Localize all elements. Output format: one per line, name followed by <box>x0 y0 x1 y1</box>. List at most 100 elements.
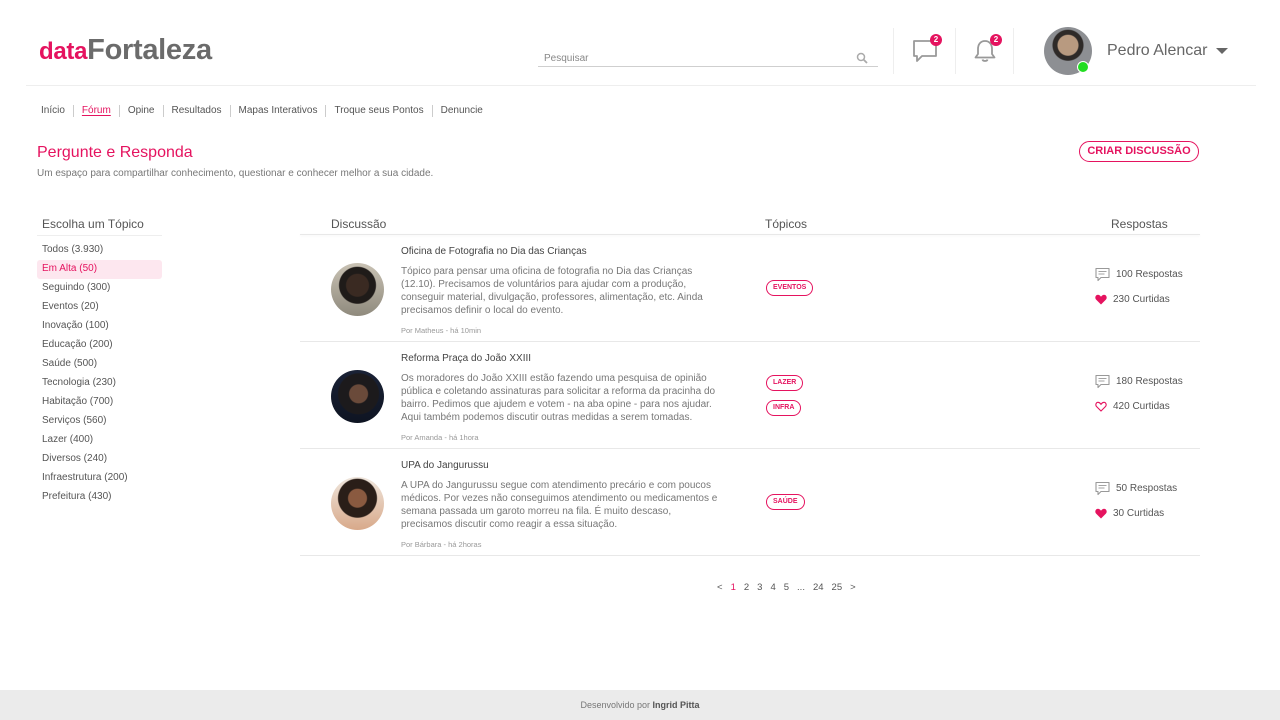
prev-page-button[interactable]: < <box>717 582 723 593</box>
search-icon[interactable] <box>856 52 868 64</box>
divider <box>955 28 956 74</box>
pagination: <1 2 3 4 5... 24 25 > <box>717 582 864 593</box>
top-header: dataFortaleza Pesquisar 2 2 Pedro Alenca… <box>26 14 1256 86</box>
footer-author: Ingrid Pitta <box>652 700 700 710</box>
likes-count: 420 Curtidas <box>1113 401 1170 412</box>
author-avatar[interactable] <box>331 370 384 423</box>
topic-item[interactable]: Educação (200) <box>37 336 162 355</box>
column-header-discussion: Discussão <box>331 217 387 231</box>
discussion-meta: Por Bárbara - há 2horas <box>401 540 482 549</box>
nav-item-3[interactable]: Resultados <box>162 105 230 117</box>
pagination-ellipsis: ... <box>797 582 805 593</box>
nav-item-6[interactable]: Denuncie <box>431 105 491 117</box>
page-button[interactable]: 5 <box>784 582 789 593</box>
discussion-row[interactable]: Oficina de Fotografia no Dia das Criança… <box>300 235 1200 342</box>
notifications-button[interactable]: 2 <box>972 34 1002 64</box>
topic-item[interactable]: Todos (3.930) <box>37 241 162 260</box>
likes-stat[interactable]: 30 Curtidas <box>1095 508 1164 519</box>
comment-icon <box>1095 481 1110 496</box>
page-button[interactable]: 3 <box>757 582 762 593</box>
replies-count: 100 Respostas <box>1116 269 1183 280</box>
topic-tag[interactable]: SAÚDE <box>766 494 805 510</box>
next-page-button[interactable]: > <box>850 582 856 593</box>
topic-item[interactable]: Diversos (240) <box>37 450 162 469</box>
discussion-description: Os moradores do João XXIII estão fazendo… <box>401 373 716 423</box>
discussion-title[interactable]: Reforma Praça do João XXIII <box>401 353 531 364</box>
author-avatar[interactable] <box>331 263 384 316</box>
nav-item-1[interactable]: Fórum <box>72 105 119 117</box>
messages-badge: 2 <box>930 34 942 46</box>
topics-heading: Escolha um Tópico <box>42 217 144 231</box>
replies-count: 50 Respostas <box>1116 483 1178 494</box>
topic-tag[interactable]: INFRA <box>766 400 802 416</box>
likes-count: 230 Curtidas <box>1113 294 1170 305</box>
messages-button[interactable]: 2 <box>912 34 942 64</box>
topic-item[interactable]: Prefeitura (430) <box>37 488 162 507</box>
discussion-title[interactable]: Oficina de Fotografia no Dia das Criança… <box>401 246 587 257</box>
column-header-topics: Tópicos <box>765 217 808 231</box>
replies-count: 180 Respostas <box>1116 376 1183 387</box>
topic-item[interactable]: Seguindo (300) <box>37 279 162 298</box>
logo-prefix: data <box>39 38 88 65</box>
search-placeholder: Pesquisar <box>544 53 589 64</box>
notifications-badge: 2 <box>990 34 1002 46</box>
page-button[interactable]: 24 <box>813 582 824 593</box>
likes-stat[interactable]: 230 Curtidas <box>1095 294 1170 305</box>
discussion-meta: Por Amanda - há 1hora <box>401 433 479 442</box>
logo[interactable]: dataFortaleza <box>39 34 212 67</box>
comment-icon <box>1095 267 1110 282</box>
discussion-title[interactable]: UPA do Jangurussu <box>401 460 489 471</box>
nav-item-2[interactable]: Opine <box>118 105 163 117</box>
topic-item[interactable]: Infraestrutura (200) <box>37 469 162 488</box>
divider <box>1013 28 1014 74</box>
likes-stat[interactable]: 420 Curtidas <box>1095 401 1170 412</box>
username[interactable]: Pedro Alencar <box>1107 42 1208 60</box>
discussion-row[interactable]: UPA do Jangurussu A UPA do Jangurussu seg… <box>300 449 1200 556</box>
user-avatar[interactable] <box>1044 27 1092 75</box>
discussion-description: Tópico para pensar uma oficina de fotogr… <box>401 266 703 316</box>
nav-item-0[interactable]: Início <box>41 105 73 117</box>
replies-stat[interactable]: 180 Respostas <box>1095 374 1183 389</box>
online-status-dot <box>1077 61 1089 73</box>
page-button[interactable]: 4 <box>770 582 775 593</box>
topic-tag[interactable]: EVENTOS <box>766 280 814 296</box>
main-nav: Início Fórum Opine Resultados Mapas Interati… <box>41 105 491 117</box>
footer-credit-prefix: Desenvolvido por <box>580 700 651 710</box>
discussion-description: A UPA do Jangurussu segue com atendiment… <box>401 480 718 530</box>
author-avatar[interactable] <box>331 477 384 530</box>
discussion-row[interactable]: Reforma Praça do João XXIII Os moradores … <box>300 342 1200 449</box>
comment-icon <box>1095 374 1110 389</box>
chevron-down-icon[interactable] <box>1216 48 1228 54</box>
topic-item[interactable]: Lazer (400) <box>37 431 162 450</box>
create-discussion-button[interactable]: CRIAR DISCUSSÃO <box>1079 141 1199 162</box>
divider <box>893 28 894 74</box>
replies-stat[interactable]: 100 Respostas <box>1095 267 1183 282</box>
page-subtitle: Um espaço para compartilhar conhecimento… <box>37 168 434 179</box>
discussion-meta: Por Matheus - há 10min <box>401 326 482 335</box>
page-button[interactable]: 1 <box>731 582 736 593</box>
heart-outline-icon[interactable] <box>1095 401 1107 412</box>
topic-tag[interactable]: LAZER <box>766 375 804 391</box>
topic-item[interactable]: Serviços (560) <box>37 412 162 431</box>
nav-item-5[interactable]: Troque seus Pontos <box>325 105 431 117</box>
topics-list: Todos (3.930) Em Alta (50) Seguindo (300) E… <box>37 241 162 507</box>
replies-stat[interactable]: 50 Respostas <box>1095 481 1177 496</box>
page-button[interactable]: 2 <box>744 582 749 593</box>
topic-item[interactable]: Em Alta (50) <box>37 260 162 279</box>
topic-item[interactable]: Habitação (700) <box>37 393 162 412</box>
topic-item[interactable]: Inovação (100) <box>37 317 162 336</box>
heart-icon[interactable] <box>1095 508 1107 519</box>
search-input[interactable]: Pesquisar <box>538 51 878 67</box>
column-header-replies: Respostas <box>1111 217 1168 231</box>
heart-icon[interactable] <box>1095 294 1107 305</box>
page-button[interactable]: 25 <box>832 582 843 593</box>
topic-item[interactable]: Eventos (20) <box>37 298 162 317</box>
footer: Desenvolvido por Ingrid Pitta <box>0 690 1280 720</box>
logo-main: Fortaleza <box>87 34 212 66</box>
divider <box>37 235 162 236</box>
topic-item[interactable]: Tecnologia (230) <box>37 374 162 393</box>
nav-item-4[interactable]: Mapas Interativos <box>229 105 326 117</box>
topic-item[interactable]: Saúde (500) <box>37 355 162 374</box>
page-title: Pergunte e Responda <box>37 144 193 161</box>
likes-count: 30 Curtidas <box>1113 508 1165 519</box>
